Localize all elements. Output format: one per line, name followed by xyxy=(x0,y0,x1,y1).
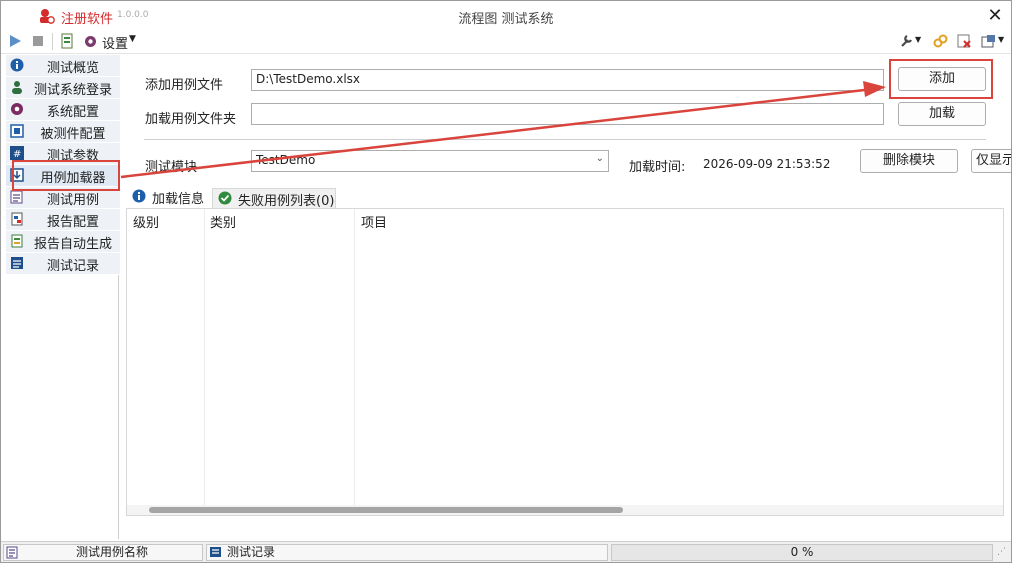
app-window: 注册软件 1.0.0.0 流程图 测试系统 ✕ 设置 ▼ ▼ ▼ 测试概览 测试… xyxy=(0,0,1012,563)
annotation-arrow xyxy=(120,81,886,179)
